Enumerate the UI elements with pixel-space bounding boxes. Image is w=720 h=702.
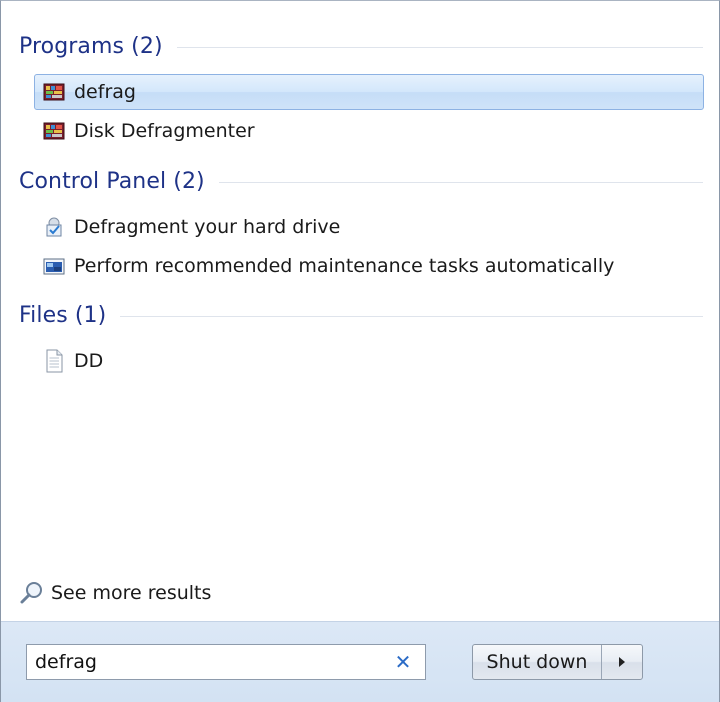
result-item-maintenance-tasks[interactable]: Perform recommended maintenance tasks au… (34, 248, 704, 284)
result-item-label: Perform recommended maintenance tasks au… (74, 255, 615, 277)
group-title: Programs (2) (19, 33, 163, 59)
defrag-icon (40, 78, 68, 106)
result-item-defrag[interactable]: defrag (34, 74, 704, 110)
see-more-results-link[interactable]: See more results (19, 577, 211, 609)
result-item-defragment-hard-drive[interactable]: Defragment your hard drive (34, 209, 704, 245)
search-results-pane: Programs (2) defrag Disk Defragmenter Co… (7, 7, 713, 621)
result-item-label: Disk Defragmenter (74, 120, 255, 142)
result-item-dd-file[interactable]: DD (34, 343, 704, 379)
text-file-icon (40, 347, 68, 375)
group-header-files: Files (1) (19, 298, 703, 332)
group-divider (120, 316, 703, 317)
control-panel-task-icon (40, 213, 68, 241)
group-header-control-panel: Control Panel (2) (19, 164, 703, 198)
defrag-icon (40, 117, 68, 145)
result-item-disk-defragmenter[interactable]: Disk Defragmenter (34, 113, 704, 149)
shutdown-split-button: Shut down (472, 644, 643, 680)
group-divider (218, 182, 703, 183)
group-header-programs: Programs (2) (19, 29, 703, 63)
shutdown-options-button[interactable] (602, 645, 642, 679)
shutdown-button[interactable]: Shut down (473, 645, 602, 679)
result-item-label: Defragment your hard drive (74, 216, 341, 238)
group-divider (176, 47, 703, 48)
result-item-label: DD (74, 350, 104, 372)
search-bottom-bar: ✕ Shut down (1, 621, 719, 702)
search-input[interactable] (27, 647, 375, 677)
see-more-results-label: See more results (51, 582, 212, 604)
search-icon (19, 580, 45, 606)
result-item-label: defrag (74, 81, 136, 103)
chevron-right-icon (619, 657, 625, 667)
search-box: ✕ (26, 644, 426, 680)
group-title: Control Panel (2) (19, 168, 205, 194)
clear-search-icon[interactable]: ✕ (393, 651, 413, 673)
group-title: Files (1) (19, 302, 107, 328)
maintenance-icon (40, 252, 68, 280)
start-menu-search-panel: Programs (2) defrag Disk Defragmenter Co… (0, 0, 720, 702)
